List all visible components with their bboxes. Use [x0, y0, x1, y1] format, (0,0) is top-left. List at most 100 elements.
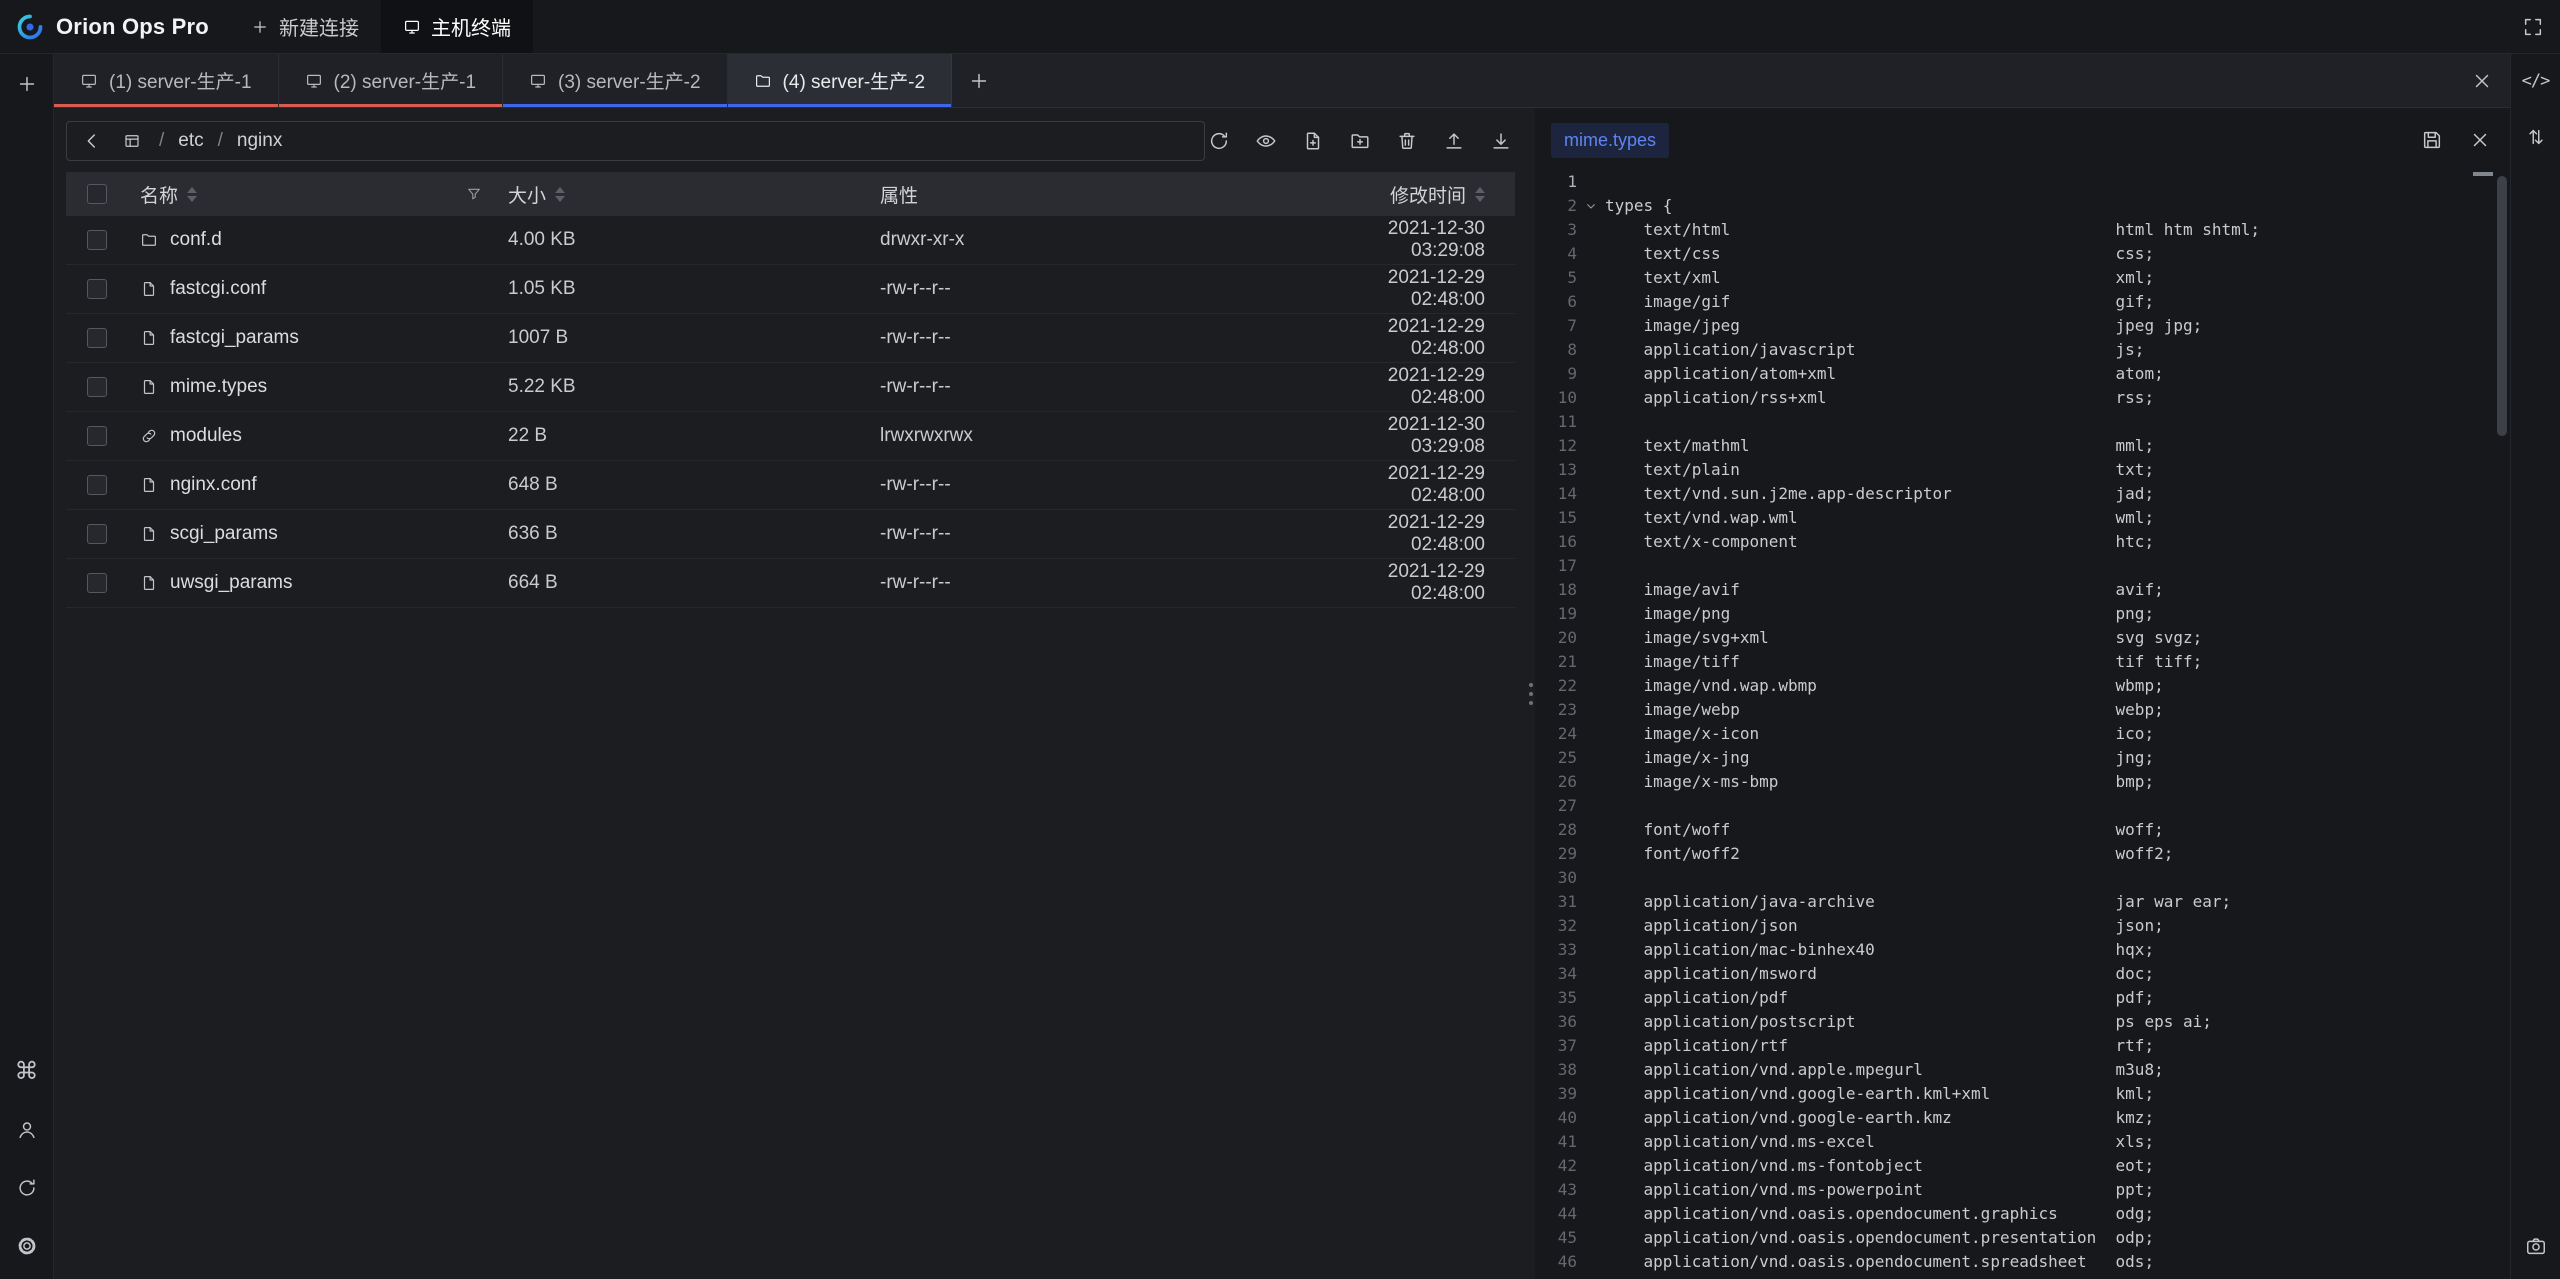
row-checkbox[interactable]: [87, 475, 107, 495]
breadcrumb-item-etc[interactable]: etc: [178, 130, 203, 152]
terminal-tab-2[interactable]: (2) server-生产-1: [279, 54, 504, 107]
new-folder-button[interactable]: [1346, 127, 1374, 155]
fold-toggle[interactable]: [1577, 506, 1605, 530]
fold-toggle[interactable]: [1577, 1154, 1605, 1178]
fold-toggle[interactable]: [1577, 986, 1605, 1010]
terminal-tab-4[interactable]: (4) server-生产-2: [728, 54, 953, 107]
fold-toggle[interactable]: [1577, 866, 1605, 890]
transfer-button[interactable]: [2521, 122, 2551, 152]
column-header-size[interactable]: 大小: [500, 181, 870, 208]
fold-toggle[interactable]: [1577, 194, 1605, 218]
file-name[interactable]: mime.types: [170, 376, 267, 398]
rail-add-button[interactable]: [11, 68, 43, 100]
fold-toggle[interactable]: [1577, 842, 1605, 866]
fold-toggle[interactable]: [1577, 482, 1605, 506]
table-row[interactable]: uwsgi_params 664 B -rw-r--r-- 2021-12-29…: [66, 559, 1515, 608]
download-button[interactable]: [1487, 127, 1515, 155]
row-checkbox[interactable]: [87, 524, 107, 544]
close-editor-button[interactable]: [2466, 126, 2494, 154]
column-header-name[interactable]: 名称: [128, 181, 500, 208]
file-name[interactable]: conf.d: [170, 229, 222, 251]
fold-toggle[interactable]: [1577, 1010, 1605, 1034]
shortcut-button[interactable]: ⌘: [12, 1057, 42, 1087]
file-name[interactable]: scgi_params: [170, 523, 278, 545]
fold-toggle[interactable]: [1577, 698, 1605, 722]
menu-new-connection[interactable]: 新建连接: [229, 0, 381, 53]
file-name[interactable]: uwsgi_params: [170, 572, 293, 594]
fold-toggle[interactable]: [1577, 410, 1605, 434]
table-row[interactable]: mime.types 5.22 KB -rw-r--r-- 2021-12-29…: [66, 363, 1515, 412]
fold-toggle[interactable]: [1577, 962, 1605, 986]
fold-toggle[interactable]: [1577, 914, 1605, 938]
table-row[interactable]: scgi_params 636 B -rw-r--r-- 2021-12-29 …: [66, 510, 1515, 559]
fold-toggle[interactable]: [1577, 674, 1605, 698]
fold-toggle[interactable]: [1577, 794, 1605, 818]
row-checkbox[interactable]: [87, 328, 107, 348]
fold-toggle[interactable]: [1577, 1226, 1605, 1250]
sort-size[interactable]: [555, 187, 565, 202]
fold-toggle[interactable]: [1577, 434, 1605, 458]
file-name[interactable]: modules: [170, 425, 242, 447]
file-name[interactable]: fastcgi_params: [170, 327, 299, 349]
new-tab-button[interactable]: [952, 54, 1006, 107]
table-row[interactable]: modules 22 B lrwxrwxrwx 2021-12-30 03:29…: [66, 412, 1515, 461]
filter-button[interactable]: [466, 186, 482, 202]
row-checkbox[interactable]: [87, 377, 107, 397]
row-checkbox[interactable]: [87, 230, 107, 250]
fold-toggle[interactable]: [1577, 722, 1605, 746]
sort-mtime[interactable]: [1475, 187, 1485, 202]
row-checkbox[interactable]: [87, 279, 107, 299]
fold-toggle[interactable]: [1577, 1202, 1605, 1226]
code-editor[interactable]: 1 2 types { 3 text/html html htm shtml; …: [1535, 170, 2510, 1279]
upload-button[interactable]: [1440, 127, 1468, 155]
column-header-mtime[interactable]: 修改时间: [1342, 181, 1515, 208]
close-tabs-button[interactable]: [2454, 54, 2510, 107]
sync-button[interactable]: [12, 1173, 42, 1203]
fold-toggle[interactable]: [1577, 650, 1605, 674]
editor-scrollbar-thumb[interactable]: [2497, 176, 2507, 436]
fold-toggle[interactable]: [1577, 1250, 1605, 1274]
fold-toggle[interactable]: [1577, 314, 1605, 338]
user-button[interactable]: [12, 1115, 42, 1145]
fold-toggle[interactable]: [1577, 938, 1605, 962]
fold-toggle[interactable]: [1577, 266, 1605, 290]
fold-toggle[interactable]: [1577, 1178, 1605, 1202]
fold-toggle[interactable]: [1577, 746, 1605, 770]
fold-toggle[interactable]: [1577, 242, 1605, 266]
fold-toggle[interactable]: [1577, 362, 1605, 386]
fold-toggle[interactable]: [1577, 1058, 1605, 1082]
fold-toggle[interactable]: [1577, 626, 1605, 650]
new-file-button[interactable]: [1299, 127, 1327, 155]
select-all-checkbox[interactable]: [87, 184, 107, 204]
fold-toggle[interactable]: [1577, 458, 1605, 482]
fold-toggle[interactable]: [1577, 554, 1605, 578]
fold-toggle[interactable]: [1577, 386, 1605, 410]
fold-toggle[interactable]: [1577, 770, 1605, 794]
save-button[interactable]: [2418, 126, 2446, 154]
editor-file-tab[interactable]: mime.types: [1551, 123, 1669, 158]
fullscreen-button[interactable]: [2506, 0, 2560, 53]
fold-toggle[interactable]: [1577, 1274, 1605, 1279]
breadcrumb-root[interactable]: /: [159, 130, 164, 152]
file-name[interactable]: nginx.conf: [170, 474, 257, 496]
panel-resize-handle[interactable]: [1527, 108, 1535, 1279]
back-button[interactable]: [79, 128, 105, 154]
fold-toggle[interactable]: [1577, 1034, 1605, 1058]
fold-toggle[interactable]: [1577, 818, 1605, 842]
directory-list-button[interactable]: [119, 128, 145, 154]
table-row[interactable]: fastcgi.conf 1.05 KB -rw-r--r-- 2021-12-…: [66, 265, 1515, 314]
table-row[interactable]: fastcgi_params 1007 B -rw-r--r-- 2021-12…: [66, 314, 1515, 363]
file-name[interactable]: fastcgi.conf: [170, 278, 266, 300]
table-row[interactable]: conf.d 4.00 KB drwxr-xr-x 2021-12-30 03:…: [66, 216, 1515, 265]
fold-toggle[interactable]: [1577, 290, 1605, 314]
fold-toggle[interactable]: [1577, 1130, 1605, 1154]
sftp-code-button[interactable]: </>: [2521, 66, 2551, 96]
row-checkbox[interactable]: [87, 426, 107, 446]
delete-button[interactable]: [1393, 127, 1421, 155]
fold-toggle[interactable]: [1577, 578, 1605, 602]
fold-toggle[interactable]: [1577, 530, 1605, 554]
sort-name[interactable]: [187, 187, 197, 202]
fold-toggle[interactable]: [1577, 338, 1605, 362]
menu-host-terminal[interactable]: 主机终端: [381, 0, 533, 53]
settings-button[interactable]: [12, 1231, 42, 1261]
